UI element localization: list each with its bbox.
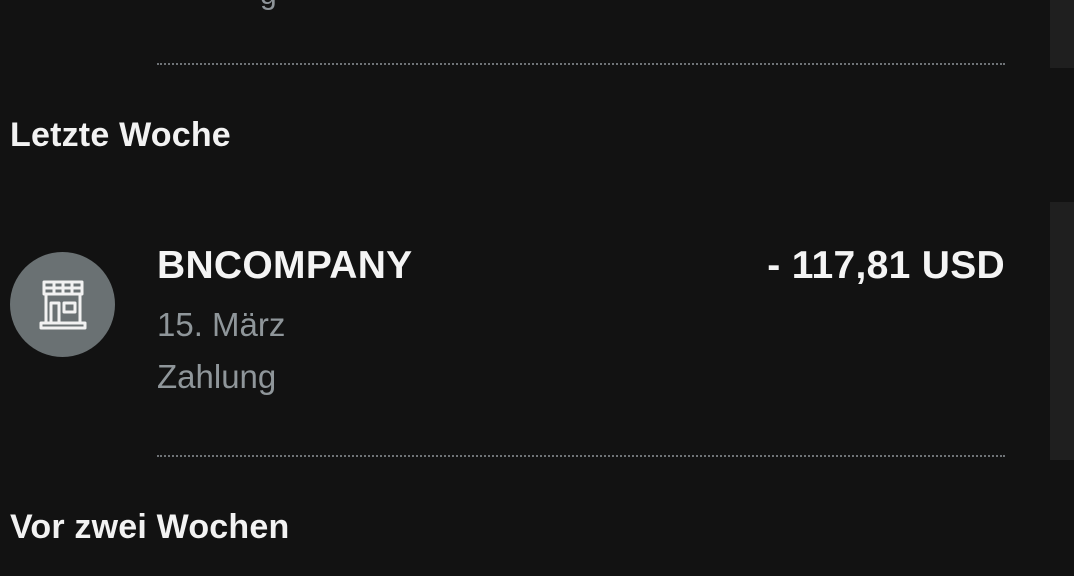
section-header-last-week: Letzte Woche	[10, 116, 231, 154]
transaction-type: Zahlung	[157, 358, 277, 395]
scrollbar-segment-middle[interactable]	[1050, 202, 1074, 460]
scrollbar-segment-top[interactable]	[1050, 0, 1074, 68]
divider	[157, 63, 1005, 65]
merchant-avatar	[10, 252, 115, 357]
transaction-merchant-name: BNCOMPANY	[157, 244, 413, 287]
section-header-two-weeks-ago: Vor zwei Wochen	[10, 508, 290, 546]
store-icon	[39, 280, 86, 329]
previous-item-partial-text: g	[260, 0, 277, 12]
divider	[157, 455, 1005, 457]
transaction-date: 15. März	[157, 306, 286, 343]
transactions-list: g Letzte Woche	[0, 0, 1074, 576]
transaction-amount: - 117,81 USD	[767, 244, 1005, 287]
